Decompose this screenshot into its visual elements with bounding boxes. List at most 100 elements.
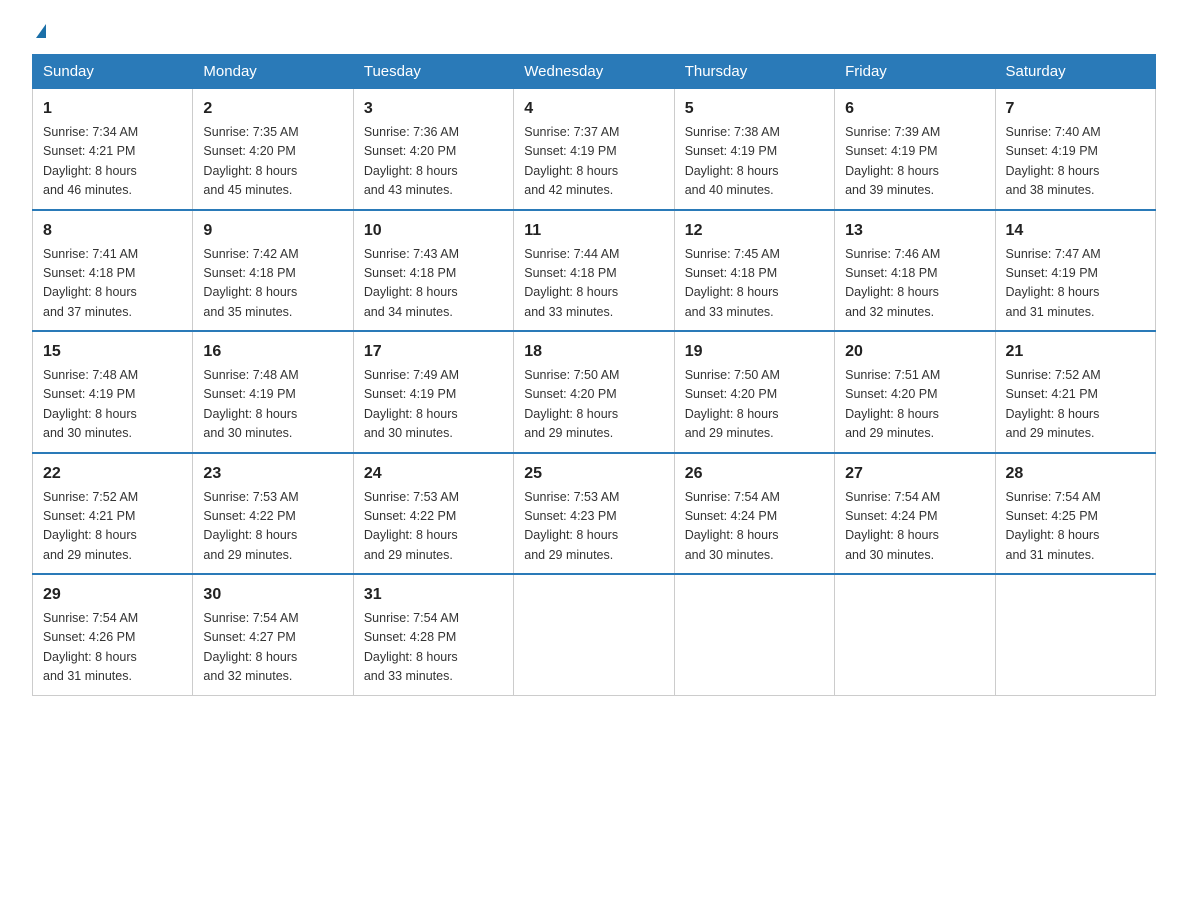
- day-number: 5: [685, 97, 824, 121]
- weekday-header-monday: Monday: [193, 55, 353, 89]
- calendar-cell: 29 Sunrise: 7:54 AMSunset: 4:26 PMDaylig…: [33, 574, 193, 695]
- calendar-cell: 19 Sunrise: 7:50 AMSunset: 4:20 PMDaylig…: [674, 331, 834, 453]
- day-number: 29: [43, 583, 182, 607]
- day-number: 25: [524, 462, 663, 486]
- logo-triangle-icon: [36, 24, 46, 38]
- weekday-header-row: SundayMondayTuesdayWednesdayThursdayFrid…: [33, 55, 1156, 89]
- calendar-cell: 8 Sunrise: 7:41 AMSunset: 4:18 PMDayligh…: [33, 210, 193, 332]
- day-number: 16: [203, 340, 342, 364]
- calendar-cell: 26 Sunrise: 7:54 AMSunset: 4:24 PMDaylig…: [674, 453, 834, 575]
- day-number: 9: [203, 219, 342, 243]
- day-info: Sunrise: 7:52 AMSunset: 4:21 PMDaylight:…: [43, 490, 138, 562]
- day-info: Sunrise: 7:51 AMSunset: 4:20 PMDaylight:…: [845, 368, 940, 440]
- day-number: 28: [1006, 462, 1145, 486]
- page-header: [32, 24, 1156, 38]
- calendar-cell: [674, 574, 834, 695]
- calendar-cell: 16 Sunrise: 7:48 AMSunset: 4:19 PMDaylig…: [193, 331, 353, 453]
- day-number: 23: [203, 462, 342, 486]
- day-info: Sunrise: 7:54 AMSunset: 4:24 PMDaylight:…: [845, 490, 940, 562]
- calendar-cell: 13 Sunrise: 7:46 AMSunset: 4:18 PMDaylig…: [835, 210, 995, 332]
- day-number: 17: [364, 340, 503, 364]
- day-info: Sunrise: 7:54 AMSunset: 4:26 PMDaylight:…: [43, 611, 138, 683]
- day-info: Sunrise: 7:53 AMSunset: 4:23 PMDaylight:…: [524, 490, 619, 562]
- calendar-cell: 6 Sunrise: 7:39 AMSunset: 4:19 PMDayligh…: [835, 89, 995, 210]
- day-info: Sunrise: 7:54 AMSunset: 4:27 PMDaylight:…: [203, 611, 298, 683]
- calendar-cell: [995, 574, 1155, 695]
- calendar-week-row: 15 Sunrise: 7:48 AMSunset: 4:19 PMDaylig…: [33, 331, 1156, 453]
- day-info: Sunrise: 7:50 AMSunset: 4:20 PMDaylight:…: [685, 368, 780, 440]
- day-number: 30: [203, 583, 342, 607]
- calendar-cell: 24 Sunrise: 7:53 AMSunset: 4:22 PMDaylig…: [353, 453, 513, 575]
- calendar-cell: 1 Sunrise: 7:34 AMSunset: 4:21 PMDayligh…: [33, 89, 193, 210]
- calendar-cell: 31 Sunrise: 7:54 AMSunset: 4:28 PMDaylig…: [353, 574, 513, 695]
- calendar-cell: 15 Sunrise: 7:48 AMSunset: 4:19 PMDaylig…: [33, 331, 193, 453]
- calendar-cell: 7 Sunrise: 7:40 AMSunset: 4:19 PMDayligh…: [995, 89, 1155, 210]
- calendar-week-row: 8 Sunrise: 7:41 AMSunset: 4:18 PMDayligh…: [33, 210, 1156, 332]
- day-info: Sunrise: 7:40 AMSunset: 4:19 PMDaylight:…: [1006, 125, 1101, 197]
- day-number: 27: [845, 462, 984, 486]
- day-info: Sunrise: 7:48 AMSunset: 4:19 PMDaylight:…: [203, 368, 298, 440]
- calendar-week-row: 29 Sunrise: 7:54 AMSunset: 4:26 PMDaylig…: [33, 574, 1156, 695]
- day-number: 31: [364, 583, 503, 607]
- day-info: Sunrise: 7:45 AMSunset: 4:18 PMDaylight:…: [685, 247, 780, 319]
- day-info: Sunrise: 7:34 AMSunset: 4:21 PMDaylight:…: [43, 125, 138, 197]
- day-number: 13: [845, 219, 984, 243]
- day-number: 21: [1006, 340, 1145, 364]
- day-info: Sunrise: 7:54 AMSunset: 4:25 PMDaylight:…: [1006, 490, 1101, 562]
- weekday-header-friday: Friday: [835, 55, 995, 89]
- calendar-cell: 22 Sunrise: 7:52 AMSunset: 4:21 PMDaylig…: [33, 453, 193, 575]
- day-number: 24: [364, 462, 503, 486]
- day-info: Sunrise: 7:41 AMSunset: 4:18 PMDaylight:…: [43, 247, 138, 319]
- weekday-header-thursday: Thursday: [674, 55, 834, 89]
- day-info: Sunrise: 7:36 AMSunset: 4:20 PMDaylight:…: [364, 125, 459, 197]
- calendar-cell: 5 Sunrise: 7:38 AMSunset: 4:19 PMDayligh…: [674, 89, 834, 210]
- calendar-cell: 28 Sunrise: 7:54 AMSunset: 4:25 PMDaylig…: [995, 453, 1155, 575]
- weekday-header-saturday: Saturday: [995, 55, 1155, 89]
- calendar-cell: 11 Sunrise: 7:44 AMSunset: 4:18 PMDaylig…: [514, 210, 674, 332]
- day-info: Sunrise: 7:37 AMSunset: 4:19 PMDaylight:…: [524, 125, 619, 197]
- calendar-cell: 18 Sunrise: 7:50 AMSunset: 4:20 PMDaylig…: [514, 331, 674, 453]
- calendar-cell: 12 Sunrise: 7:45 AMSunset: 4:18 PMDaylig…: [674, 210, 834, 332]
- calendar-cell: [835, 574, 995, 695]
- day-info: Sunrise: 7:39 AMSunset: 4:19 PMDaylight:…: [845, 125, 940, 197]
- calendar-cell: 2 Sunrise: 7:35 AMSunset: 4:20 PMDayligh…: [193, 89, 353, 210]
- calendar-cell: 10 Sunrise: 7:43 AMSunset: 4:18 PMDaylig…: [353, 210, 513, 332]
- day-number: 7: [1006, 97, 1145, 121]
- day-number: 8: [43, 219, 182, 243]
- calendar-cell: [514, 574, 674, 695]
- calendar-cell: 4 Sunrise: 7:37 AMSunset: 4:19 PMDayligh…: [514, 89, 674, 210]
- day-info: Sunrise: 7:52 AMSunset: 4:21 PMDaylight:…: [1006, 368, 1101, 440]
- calendar-cell: 20 Sunrise: 7:51 AMSunset: 4:20 PMDaylig…: [835, 331, 995, 453]
- calendar-table: SundayMondayTuesdayWednesdayThursdayFrid…: [32, 54, 1156, 696]
- day-info: Sunrise: 7:47 AMSunset: 4:19 PMDaylight:…: [1006, 247, 1101, 319]
- day-info: Sunrise: 7:48 AMSunset: 4:19 PMDaylight:…: [43, 368, 138, 440]
- day-number: 4: [524, 97, 663, 121]
- day-number: 20: [845, 340, 984, 364]
- calendar-cell: 14 Sunrise: 7:47 AMSunset: 4:19 PMDaylig…: [995, 210, 1155, 332]
- calendar-week-row: 1 Sunrise: 7:34 AMSunset: 4:21 PMDayligh…: [33, 89, 1156, 210]
- weekday-header-wednesday: Wednesday: [514, 55, 674, 89]
- calendar-cell: 25 Sunrise: 7:53 AMSunset: 4:23 PMDaylig…: [514, 453, 674, 575]
- day-info: Sunrise: 7:54 AMSunset: 4:28 PMDaylight:…: [364, 611, 459, 683]
- day-number: 22: [43, 462, 182, 486]
- weekday-header-tuesday: Tuesday: [353, 55, 513, 89]
- logo: [32, 24, 46, 38]
- day-info: Sunrise: 7:53 AMSunset: 4:22 PMDaylight:…: [203, 490, 298, 562]
- day-number: 18: [524, 340, 663, 364]
- day-number: 3: [364, 97, 503, 121]
- day-info: Sunrise: 7:54 AMSunset: 4:24 PMDaylight:…: [685, 490, 780, 562]
- day-info: Sunrise: 7:50 AMSunset: 4:20 PMDaylight:…: [524, 368, 619, 440]
- calendar-week-row: 22 Sunrise: 7:52 AMSunset: 4:21 PMDaylig…: [33, 453, 1156, 575]
- day-info: Sunrise: 7:49 AMSunset: 4:19 PMDaylight:…: [364, 368, 459, 440]
- day-info: Sunrise: 7:42 AMSunset: 4:18 PMDaylight:…: [203, 247, 298, 319]
- calendar-cell: 17 Sunrise: 7:49 AMSunset: 4:19 PMDaylig…: [353, 331, 513, 453]
- calendar-cell: 21 Sunrise: 7:52 AMSunset: 4:21 PMDaylig…: [995, 331, 1155, 453]
- calendar-cell: 27 Sunrise: 7:54 AMSunset: 4:24 PMDaylig…: [835, 453, 995, 575]
- day-number: 12: [685, 219, 824, 243]
- day-info: Sunrise: 7:46 AMSunset: 4:18 PMDaylight:…: [845, 247, 940, 319]
- day-info: Sunrise: 7:43 AMSunset: 4:18 PMDaylight:…: [364, 247, 459, 319]
- day-number: 26: [685, 462, 824, 486]
- day-info: Sunrise: 7:38 AMSunset: 4:19 PMDaylight:…: [685, 125, 780, 197]
- day-number: 1: [43, 97, 182, 121]
- day-number: 11: [524, 219, 663, 243]
